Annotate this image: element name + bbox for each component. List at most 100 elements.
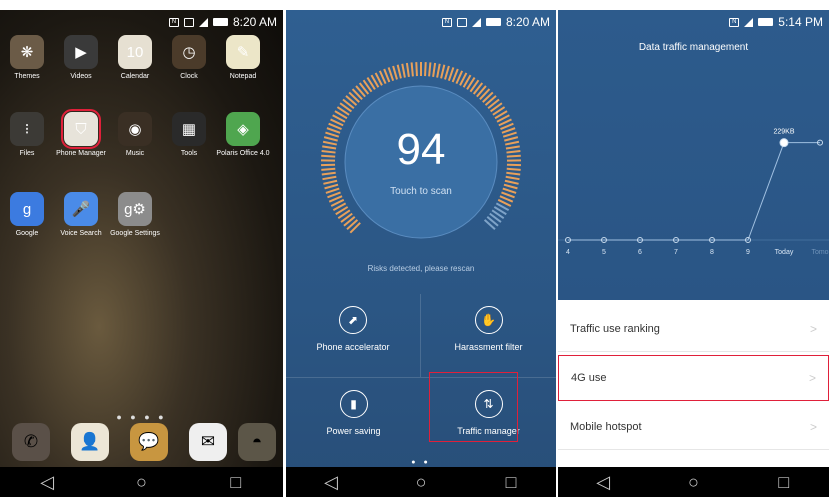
home-button[interactable]: ○ xyxy=(673,472,713,493)
row-mobile-hotspot[interactable]: Mobile hotspot > xyxy=(558,404,829,450)
traffic-chart[interactable]: 4 5 6 7 8 9 Today 229KB Tomo xyxy=(558,10,829,300)
app-label: Google Settings xyxy=(110,230,160,237)
contacts-icon[interactable]: 👤 xyxy=(71,423,109,461)
x-tick-label: 6 xyxy=(638,249,642,256)
app-calendar[interactable]: 10 Calendar xyxy=(105,35,165,80)
chevron-right-icon: > xyxy=(809,321,817,336)
app-label: Calendar xyxy=(120,73,150,80)
chevron-right-icon: > xyxy=(808,371,816,385)
row-traffic-use-ranking[interactable]: Traffic use ranking > xyxy=(558,306,829,352)
email-icon[interactable]: ✉ xyxy=(189,423,227,461)
app-polaris-office-4-0[interactable]: ◈ Polaris Office 4.0 xyxy=(213,112,273,157)
tool-label: Power saving xyxy=(326,426,381,436)
recent-apps-button[interactable]: □ xyxy=(491,472,531,493)
app-label: Google xyxy=(15,230,39,237)
themes-icon: ❋ xyxy=(10,35,44,69)
files-icon: ⁝ xyxy=(10,112,44,146)
signal-icon xyxy=(471,17,481,27)
app-music[interactable]: ◉ Music xyxy=(105,112,165,157)
tool-power-saving[interactable]: ▮ Power saving xyxy=(286,378,421,462)
nfc-icon: N xyxy=(168,17,179,27)
app-label: Videos xyxy=(70,73,92,80)
app-label: Phone Manager xyxy=(56,150,106,157)
row-label: 4G use xyxy=(571,372,607,384)
home-button[interactable]: ○ xyxy=(121,472,161,493)
videos-icon: ▶ xyxy=(64,35,98,69)
accelerator-icon: ⬈ xyxy=(339,306,367,334)
back-button[interactable]: ◁ xyxy=(583,472,623,493)
battery-icon: ▮ xyxy=(339,390,368,418)
touch-to-scan-label[interactable]: Touch to scan xyxy=(286,186,556,197)
risk-status-text: Risks detected, please rescan xyxy=(367,264,475,273)
app-label: Music xyxy=(125,150,145,157)
app-label: Themes xyxy=(14,73,40,80)
phone-manager-icon: ⛉ xyxy=(61,109,101,149)
voice-search-icon: 🎤 xyxy=(64,192,98,226)
recent-apps-button[interactable]: □ xyxy=(764,472,804,493)
home-screen: N 8:20 AM ❋ Themes ▶ Videos 10 Calendar ◷ Clock… xyxy=(0,10,283,497)
app-videos[interactable]: ▶ Videos xyxy=(51,35,111,80)
navigation-bar: ◁ ○ □ xyxy=(0,467,283,497)
x-tick-label: 8 xyxy=(710,249,714,256)
app-voice-search[interactable]: 🎤 Voice Search xyxy=(51,192,111,237)
navigation-bar: ◁ ○ □ xyxy=(558,467,829,497)
app-label: Clock xyxy=(180,73,198,80)
x-tick-label: Today xyxy=(775,249,794,256)
app-label: Tools xyxy=(180,150,198,157)
app-google-settings[interactable]: g⚙ Google Settings xyxy=(105,192,165,237)
phone-manager-screen: N 8:20 AM 94 Touch to scan Risks detecte… xyxy=(286,10,556,497)
app-files[interactable]: ⁝ Files xyxy=(0,112,57,157)
page-indicator: ● ● xyxy=(411,459,431,466)
harassment-filter-icon: ✋ xyxy=(474,306,503,334)
google-settings-icon: g⚙ xyxy=(118,192,152,226)
back-button[interactable]: ◁ xyxy=(27,472,67,493)
data-point xyxy=(779,138,789,148)
highlight-box xyxy=(429,372,518,442)
back-button[interactable]: ◁ xyxy=(311,472,351,493)
status-bar: N 8:20 AM xyxy=(286,10,556,34)
tool-harassment-filter[interactable]: ✋ Harassment filter xyxy=(421,294,556,378)
chevron-right-icon: > xyxy=(809,419,817,434)
recent-apps-button[interactable]: □ xyxy=(216,472,256,493)
x-tick-label: 7 xyxy=(674,249,678,256)
battery-icon xyxy=(485,18,501,26)
tool-phone-accelerator[interactable]: ⬈ Phone accelerator xyxy=(286,294,421,378)
status-time: 8:20 AM xyxy=(505,15,550,29)
browser-icon[interactable]: ◓ xyxy=(238,423,276,461)
tools-icon: ▦ xyxy=(172,112,206,146)
notepad-icon: ✎ xyxy=(226,35,260,69)
app-label: Polaris Office 4.0 xyxy=(216,150,270,157)
data-label: 229KB xyxy=(773,129,794,136)
calendar-icon: 10 xyxy=(118,35,152,69)
status-bar: N 8:20 AM xyxy=(0,10,283,34)
tool-label: Harassment filter xyxy=(454,342,523,352)
app-notepad[interactable]: ✎ Notepad xyxy=(213,35,273,80)
navigation-bar: ◁ ○ □ xyxy=(286,467,556,497)
row-label: Mobile hotspot xyxy=(570,420,642,433)
app-label: Files xyxy=(19,150,35,157)
x-tick-label: 4 xyxy=(566,249,570,256)
app-clock[interactable]: ◷ Clock xyxy=(159,35,219,80)
nfc-icon: N xyxy=(441,17,452,27)
row-label: Traffic use ranking xyxy=(570,322,660,335)
traffic-line xyxy=(568,142,820,241)
google-icon: g xyxy=(10,192,44,226)
home-button[interactable]: ○ xyxy=(401,472,441,493)
row-4g-use[interactable]: 4G use > xyxy=(558,355,829,401)
app-tools[interactable]: ▦ Tools xyxy=(159,112,219,157)
tool-label: Phone accelerator xyxy=(316,342,390,352)
signal-icon xyxy=(198,17,208,27)
optimization-score[interactable]: 94 xyxy=(286,125,556,175)
x-tick-label: 5 xyxy=(602,249,606,256)
app-label: Voice Search xyxy=(60,230,102,237)
app-phone-manager[interactable]: ⛉ Phone Manager xyxy=(51,109,111,157)
x-tick-label: Tomo xyxy=(811,249,828,256)
app-themes[interactable]: ❋ Themes xyxy=(0,35,57,80)
messages-icon[interactable]: 💬 xyxy=(130,423,168,461)
page-indicator: ● ● ● ● xyxy=(116,412,167,422)
app-google[interactable]: g Google xyxy=(0,192,57,237)
sim-icon xyxy=(456,17,467,27)
sim-icon xyxy=(183,17,194,27)
app-label: Notepad xyxy=(229,73,257,80)
phone-icon[interactable]: ✆ xyxy=(12,423,50,461)
